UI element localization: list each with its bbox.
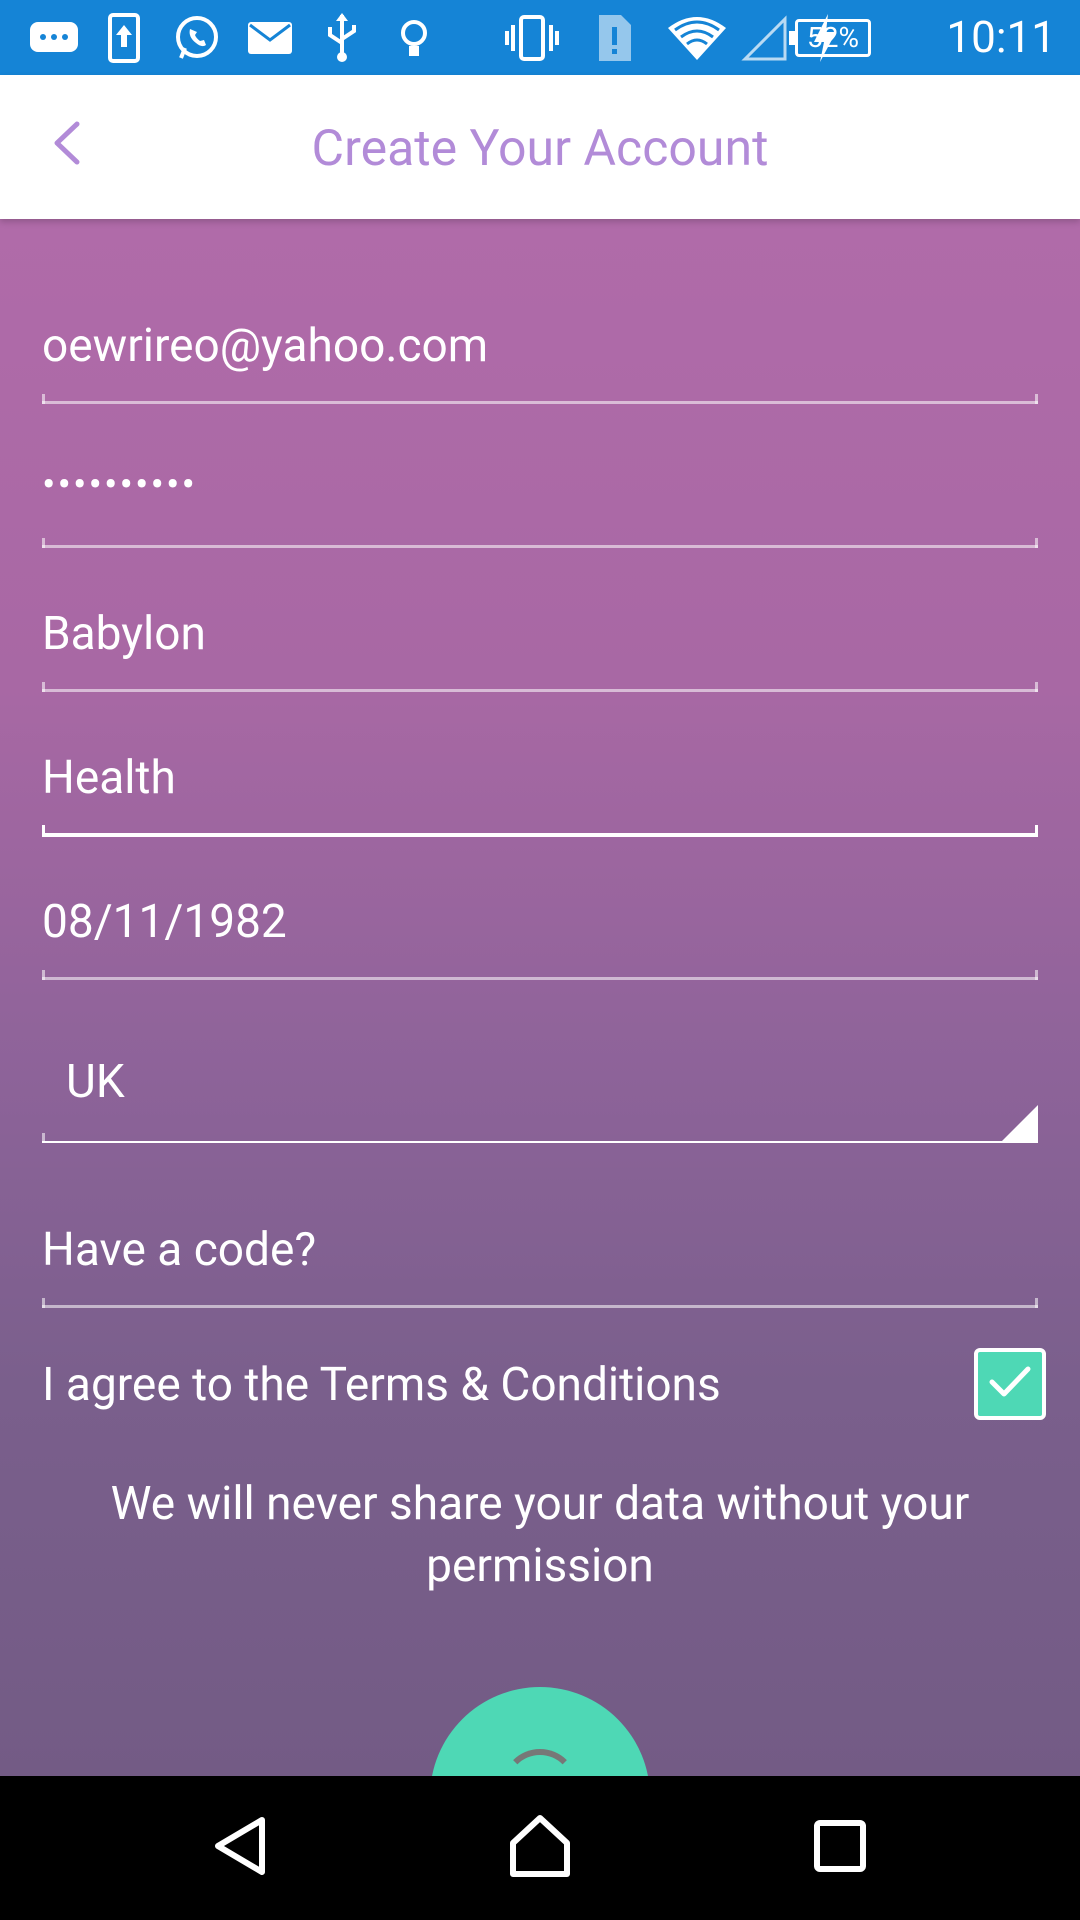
first-name-value: Babylon xyxy=(42,607,206,661)
chat-bubble-icon xyxy=(28,10,80,65)
whatsapp-icon xyxy=(172,10,222,65)
email-underline xyxy=(42,394,1038,404)
promo-code-underline xyxy=(42,1298,1038,1308)
first-name-underline xyxy=(42,682,1038,692)
status-bar: 52% 10:11 xyxy=(0,0,1080,75)
sim-alert-icon xyxy=(594,10,634,65)
privacy-note: We will never share your data without yo… xyxy=(110,1477,970,1593)
terms-checkbox[interactable] xyxy=(974,1348,1046,1420)
terms-label: I agree to the Terms & Conditions xyxy=(42,1358,721,1412)
battery-indicator: 52% xyxy=(789,19,871,57)
bulb-icon xyxy=(396,10,432,65)
password-underline xyxy=(42,538,1038,548)
first-name-field[interactable]: Babylon xyxy=(42,597,1038,697)
email-value: oewrireo@yahoo.com xyxy=(42,319,489,373)
dob-underline xyxy=(42,970,1038,980)
home-icon xyxy=(507,1813,573,1883)
app-bar: Create Your Account xyxy=(0,75,1080,219)
submit-button[interactable] xyxy=(430,1687,650,1776)
country-value: UK xyxy=(66,1055,125,1109)
country-dropdown[interactable]: UK xyxy=(42,1049,1038,1149)
last-name-value: Health xyxy=(42,751,176,805)
dob-field[interactable]: 08/11/1982 xyxy=(42,885,1038,985)
password-value: •••••••••• xyxy=(42,461,197,508)
wifi-icon xyxy=(664,10,730,65)
back-triangle-icon xyxy=(210,1815,270,1881)
promo-code-placeholder: Have a code? xyxy=(42,1223,317,1277)
nav-back-button[interactable] xyxy=(195,1803,285,1893)
signup-form: oewrireo@yahoo.com •••••••••• Babylon He… xyxy=(0,219,1080,1776)
status-time: 10:11 xyxy=(946,11,1056,63)
page-title: Create Your Account xyxy=(311,120,769,178)
password-field[interactable]: •••••••••• xyxy=(42,453,1038,553)
dob-value: 08/11/1982 xyxy=(42,895,287,949)
promo-code-field[interactable]: Have a code? xyxy=(42,1213,1038,1313)
dropdown-arrow-icon xyxy=(1002,1105,1038,1141)
recents-square-icon xyxy=(813,1819,867,1877)
usb-icon xyxy=(322,10,362,65)
email-field[interactable]: oewrireo@yahoo.com xyxy=(42,309,1038,409)
upload-icon xyxy=(106,10,142,65)
nav-recents-button[interactable] xyxy=(795,1803,885,1893)
country-underline xyxy=(42,1133,1038,1143)
nav-home-button[interactable] xyxy=(495,1803,585,1893)
loading-spinner-icon xyxy=(502,1749,578,1776)
signal-icon xyxy=(740,10,790,65)
checkmark-icon xyxy=(988,1365,1032,1403)
mail-icon xyxy=(246,10,294,65)
last-name-underline xyxy=(42,825,1038,837)
last-name-field[interactable]: Health xyxy=(42,741,1038,841)
navigation-bar xyxy=(0,1776,1080,1920)
vibrate-icon xyxy=(502,10,562,65)
